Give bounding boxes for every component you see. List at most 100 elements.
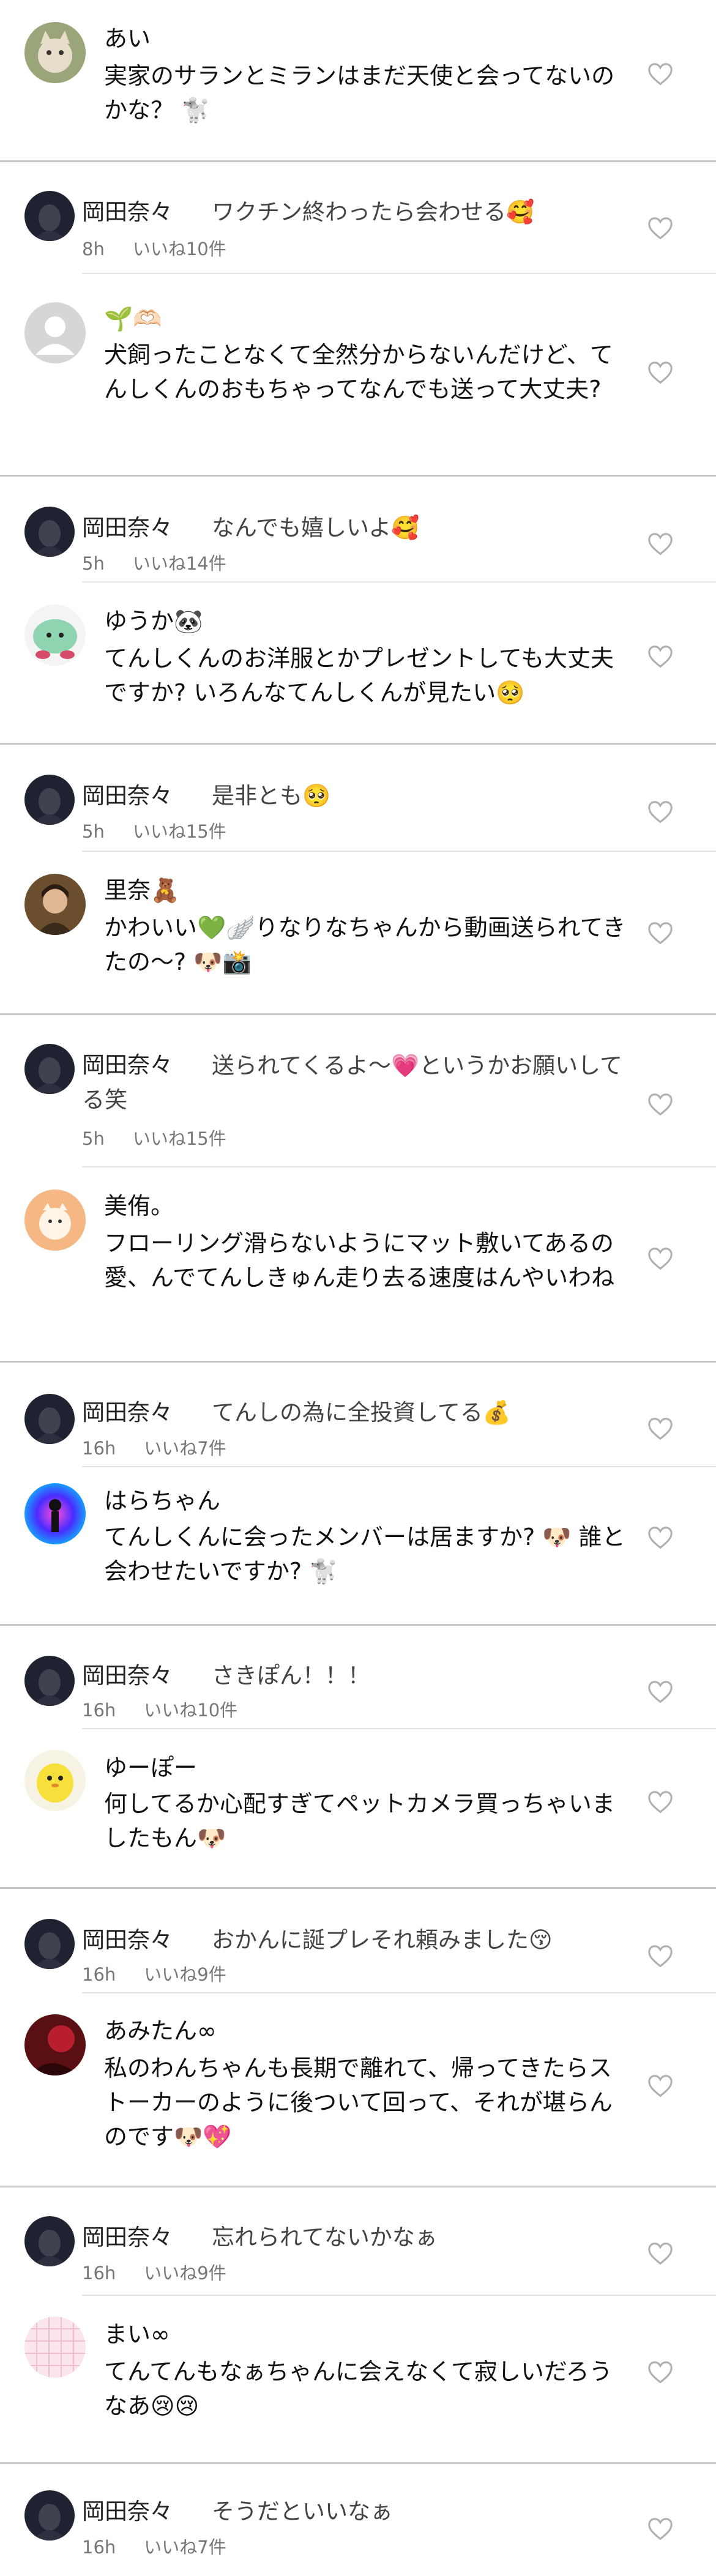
comment-text: てんしくんのお洋服とかプレゼントしても大丈夫ですか? いろんなてんしくんが見たい…	[104, 645, 614, 706]
comment-username[interactable]: あみたん∞	[104, 2017, 217, 2045]
reply-text: 忘れられてないかなぁ	[212, 2224, 438, 2250]
reply-username[interactable]: 岡田奈々	[82, 1399, 173, 1427]
heart-icon[interactable]	[646, 1942, 674, 1970]
comment-text: 何してるか心配すぎてペットカメラ買っちゃいましたもん🐶	[104, 1790, 615, 1852]
reply-username[interactable]: 岡田奈々	[82, 514, 173, 542]
divider	[0, 1624, 716, 1626]
comment-username[interactable]: まい∞	[104, 2320, 170, 2348]
avatar[interactable]	[24, 1750, 86, 1811]
reply-text: そうだといいなぁ	[212, 2498, 393, 2525]
divider	[82, 851, 716, 852]
avatar[interactable]	[24, 1044, 75, 1094]
heart-icon[interactable]	[646, 2072, 674, 2100]
reply-meta: 16h いいね9件	[82, 1960, 226, 1986]
avatar[interactable]	[24, 191, 75, 241]
reply-likes[interactable]: いいね15件	[133, 821, 226, 842]
reply-text: 送られてくるよ～💗というかお願いしてる笑	[82, 1052, 622, 1113]
comment-username[interactable]: あい	[104, 24, 151, 53]
avatar[interactable]	[24, 1919, 75, 1969]
reply-likes[interactable]: いいね7件	[144, 1438, 226, 1459]
divider	[0, 160, 716, 162]
reply-meta: 5h いいね14件	[82, 549, 226, 575]
comment-text: 実家のサランとミランはまだ天使と会ってないのかな？ 🐩	[104, 62, 615, 124]
reply-time: 16h	[82, 1964, 116, 1985]
reply-likes[interactable]: いいね9件	[144, 2263, 226, 2284]
reply-likes[interactable]: いいね10件	[144, 1700, 237, 1721]
reply-username[interactable]: 岡田奈々	[82, 198, 173, 226]
comment-text: 私のわんちゃんも長期で離れて、帰ってきたらストーカーのように後ついて回って、それ…	[104, 2055, 613, 2150]
reply-likes[interactable]: いいね7件	[144, 2537, 226, 2558]
divider	[0, 475, 716, 477]
comment-username[interactable]: 里奈🧸	[104, 876, 179, 904]
avatar[interactable]	[24, 507, 75, 557]
divider	[82, 273, 716, 274]
avatar[interactable]	[24, 1483, 86, 1544]
divider	[82, 1728, 716, 1729]
reply-likes[interactable]: いいね10件	[133, 239, 226, 259]
reply-text: 是非とも🥺	[212, 783, 331, 809]
divider	[82, 1992, 716, 1993]
reply-text: ワクチン終わったら会わせる🥰	[212, 199, 535, 225]
avatar[interactable]	[24, 775, 75, 825]
reply-text: おかんに誕プレそれ頼みました😚	[212, 1927, 553, 1953]
reply-username[interactable]: 岡田奈々	[82, 2498, 173, 2526]
comment-username[interactable]: ゆうか🐼	[104, 607, 203, 635]
avatar[interactable]	[24, 874, 86, 935]
avatar[interactable]	[24, 1394, 75, 1444]
reply-username[interactable]: 岡田奈々	[82, 782, 173, 810]
reply-time: 16h	[82, 2263, 116, 2284]
divider	[0, 1887, 716, 1889]
heart-icon[interactable]	[646, 2358, 674, 2386]
avatar[interactable]	[24, 2317, 86, 2378]
heart-icon[interactable]	[646, 1788, 674, 1816]
heart-icon[interactable]	[646, 798, 674, 826]
heart-icon[interactable]	[646, 919, 674, 947]
heart-icon[interactable]	[646, 530, 674, 558]
reply-meta: 5h いいね15件	[82, 817, 226, 843]
comment-username[interactable]: はらちゃん	[104, 1487, 220, 1515]
reply-username[interactable]: 岡田奈々	[82, 2224, 173, 2252]
reply-likes[interactable]: いいね14件	[133, 553, 226, 574]
comment-text: フローリング滑らないようにマット敷いてあるの愛、んでてんしきゅん走り去る速度はん…	[104, 1230, 615, 1291]
reply-text: なんでも嬉しいよ🥰	[212, 515, 420, 541]
comment-username[interactable]: 美侑。	[104, 1192, 174, 1220]
divider	[82, 2295, 716, 2296]
comment-username[interactable]: ゆーぽー	[104, 1754, 197, 1782]
comment-username[interactable]: 🌱🫶🏻	[104, 305, 162, 333]
reply-time: 16h	[82, 1700, 116, 1721]
divider	[82, 1166, 716, 1167]
divider	[82, 581, 716, 583]
reply-meta: 16h いいね7件	[82, 2533, 226, 2559]
avatar[interactable]	[24, 2216, 75, 2266]
divider	[0, 2462, 716, 2464]
comment-thread: あい 実家のサランとミランはまだ天使と会ってないのかな？ 🐩 岡田奈々 ワクチン…	[0, 0, 716, 2576]
avatar[interactable]	[24, 605, 86, 666]
heart-icon[interactable]	[646, 214, 674, 242]
reply-meta: 16h いいね10件	[82, 1696, 237, 1722]
divider	[82, 1466, 716, 1467]
heart-icon[interactable]	[646, 1678, 674, 1706]
heart-icon[interactable]	[646, 1415, 674, 1443]
reply-likes[interactable]: いいね9件	[144, 1964, 226, 1985]
heart-icon[interactable]	[646, 1524, 674, 1552]
avatar[interactable]	[24, 2014, 86, 2075]
heart-icon[interactable]	[646, 1245, 674, 1273]
heart-icon[interactable]	[646, 2239, 674, 2268]
reply-likes[interactable]: いいね15件	[133, 1128, 226, 1149]
heart-icon[interactable]	[646, 359, 674, 387]
heart-icon[interactable]	[646, 1090, 674, 1119]
reply-time: 8h	[82, 239, 105, 259]
reply-time: 16h	[82, 2537, 116, 2558]
heart-icon[interactable]	[646, 60, 674, 88]
avatar[interactable]	[24, 302, 86, 363]
avatar[interactable]	[24, 2490, 75, 2541]
heart-icon[interactable]	[646, 2515, 674, 2543]
reply-time: 5h	[82, 821, 105, 842]
avatar[interactable]	[24, 1189, 86, 1251]
heart-icon[interactable]	[646, 642, 674, 671]
reply-username[interactable]: 岡田奈々	[82, 1926, 173, 1954]
avatar[interactable]	[24, 22, 86, 83]
reply-username[interactable]: 岡田奈々	[82, 1662, 173, 1690]
divider	[0, 743, 716, 745]
avatar[interactable]	[24, 1656, 75, 1706]
